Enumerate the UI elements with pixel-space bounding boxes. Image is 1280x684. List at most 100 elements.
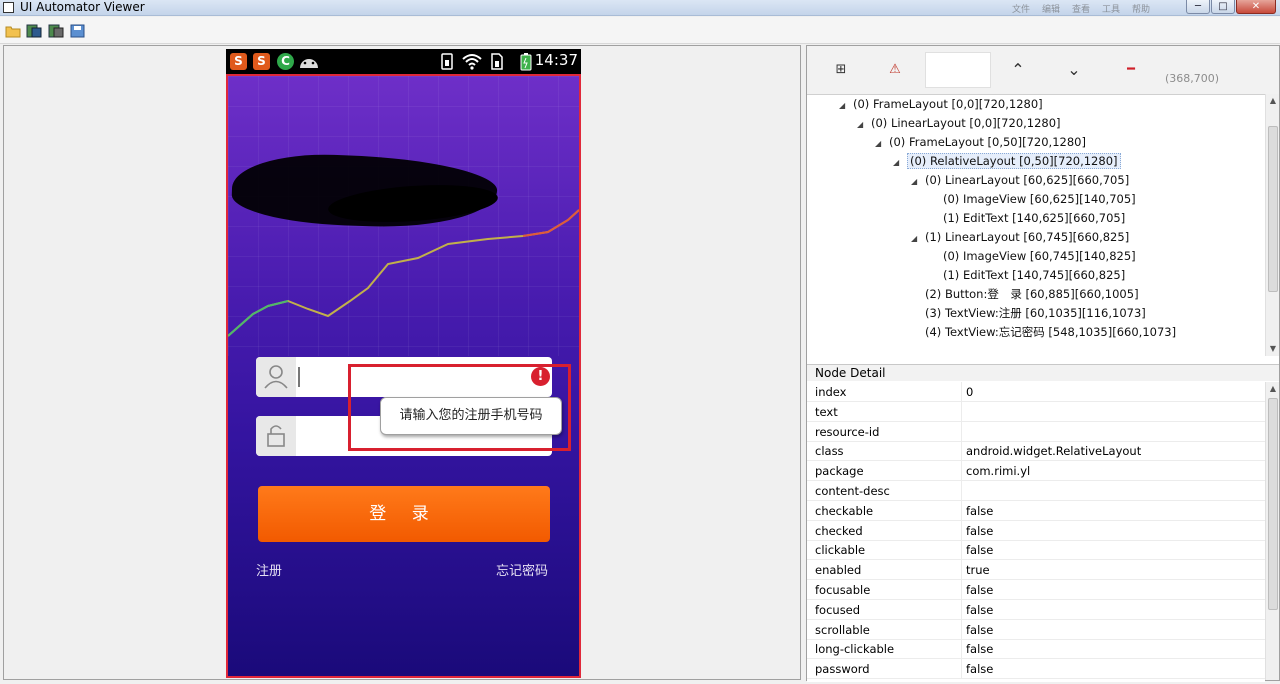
tree-toggle-icon[interactable]: ◢	[911, 229, 925, 248]
column-divider	[961, 481, 962, 501]
tree-node[interactable]: ◢ (0) FrameLayout [0,0][720,1280]	[839, 95, 1043, 114]
previous-node-icon[interactable]: ⌃	[1008, 60, 1028, 80]
close-button[interactable]: ✕	[1236, 0, 1276, 14]
hierarchy-pane: ⊞ ⚠ ⌃ ⌄ ━ (368,700) ◢ (0) FrameLayout [0,…	[806, 45, 1280, 682]
tree-node[interactable]: (3) TextView:注册 [60,1035][116,1073]	[911, 304, 1146, 323]
notification-icon: C	[277, 53, 294, 70]
scroll-up-arrow[interactable]: ▲	[1266, 94, 1280, 108]
device-screenshot-icon[interactable]	[26, 24, 42, 38]
tree-node-label: (0) FrameLayout [0,0][720,1280]	[853, 97, 1043, 111]
register-link[interactable]: 注册	[256, 560, 282, 579]
battery-icon	[520, 52, 532, 74]
tree-node-label: (0) RelativeLayout [0,50][720,1280]	[907, 153, 1121, 169]
login-button[interactable]: 登 录	[258, 486, 550, 542]
error-tooltip: 请输入您的注册手机号码	[380, 397, 562, 435]
tree-toggle-icon[interactable]: ◢	[839, 96, 853, 115]
detail-key: checked	[815, 523, 863, 538]
column-divider	[961, 540, 962, 561]
detail-value: false	[966, 602, 994, 617]
scroll-up-arrow[interactable]: ▲	[1266, 382, 1280, 396]
tree-node[interactable]: (4) TextView:忘记密码 [548,1035][660,1073]	[911, 323, 1176, 342]
tree-toggle-icon[interactable]: ◢	[893, 153, 907, 172]
sd-card-icon	[490, 53, 504, 73]
expand-all-icon[interactable]: ⊞	[831, 60, 851, 80]
app-icon	[3, 2, 14, 13]
tree-node[interactable]: (2) Button:登 录 [60,885][660,1005]	[911, 285, 1139, 304]
detail-row: focusable false	[807, 580, 1265, 600]
tree-scrollbar[interactable]: ▲ ▼	[1265, 94, 1279, 356]
detail-key: text	[815, 404, 838, 419]
column-divider	[961, 619, 962, 640]
detail-key: resource-id	[815, 424, 880, 439]
detail-row: password false	[807, 659, 1265, 680]
detail-value: android.widget.RelativeLayout	[966, 444, 1142, 459]
minimize-button[interactable]: ─	[1186, 0, 1210, 14]
tree-node-label: (0) ImageView [60,745][140,825]	[943, 249, 1136, 263]
device-screenshot-compressed-icon[interactable]	[48, 24, 64, 38]
detail-row: clickable false	[807, 540, 1265, 561]
sim-icon	[440, 53, 454, 73]
tree-node[interactable]: (1) EditText [140,745][660,825]	[929, 266, 1125, 285]
tree-node[interactable]: ◢ (0) LinearLayout [0,0][720,1280]	[857, 114, 1061, 133]
tree-node[interactable]: (0) ImageView [60,625][140,705]	[929, 190, 1136, 209]
detail-row: content-desc	[807, 481, 1265, 501]
scroll-down-arrow[interactable]: ▼	[1266, 342, 1280, 356]
faded-menu-item: 查看	[1072, 5, 1091, 15]
scroll-thumb[interactable]	[1268, 126, 1278, 292]
detail-key: password	[815, 662, 870, 677]
column-divider	[961, 520, 962, 541]
open-folder-icon[interactable]	[5, 24, 21, 38]
column-divider	[961, 580, 962, 600]
tree-node-label: (1) EditText [140,745][660,825]	[943, 268, 1126, 282]
tree-node[interactable]: ◢ (0) LinearLayout [60,625][660,705]	[911, 171, 1129, 190]
detail-value: 0	[966, 385, 974, 399]
detail-row: class android.widget.RelativeLayout	[807, 441, 1265, 462]
detail-row: package com.rimi.yl	[807, 461, 1265, 482]
detail-value: false	[966, 583, 994, 597]
column-divider	[961, 401, 962, 422]
status-bar: S S C 14:37	[226, 49, 581, 74]
tree-node-label: (1) EditText [140,625][660,705]	[943, 211, 1126, 225]
wifi-icon	[462, 53, 482, 73]
window-title: UI Automator Viewer	[20, 0, 145, 14]
column-divider	[961, 441, 962, 462]
maximize-button[interactable]: □	[1211, 0, 1235, 14]
detail-row: resource-id	[807, 421, 1265, 442]
tree-node[interactable]: (1) EditText [140,625][660,705]	[929, 209, 1125, 228]
tree-toggle-icon[interactable]: ◢	[911, 172, 925, 191]
scroll-thumb[interactable]	[1268, 398, 1278, 610]
tree-node-label: (0) LinearLayout [0,0][720,1280]	[871, 116, 1061, 130]
next-node-icon[interactable]: ⌄	[1064, 60, 1084, 80]
collapse-icon[interactable]: ━	[1121, 60, 1141, 80]
detail-row: checkable false	[807, 500, 1265, 521]
detail-key: focused	[815, 602, 861, 617]
column-divider	[961, 461, 962, 482]
tree-toggle-icon[interactable]: ◢	[875, 134, 889, 153]
tree-node[interactable]: ◢ (1) LinearLayout [60,745][660,825]	[911, 228, 1129, 247]
detail-value: com.rimi.yl	[966, 464, 1031, 479]
forgot-password-link[interactable]: 忘记密码	[496, 560, 548, 579]
detail-value: false	[966, 543, 994, 558]
detail-key: class	[815, 444, 844, 459]
tree-node[interactable]: ◢ (0) FrameLayout [0,50][720,1280]	[875, 133, 1086, 152]
title-bar: UI Automator Viewer 文件 编辑 查看 工具 帮助 ─ □ ✕	[0, 0, 1280, 16]
background-trend-line	[228, 209, 579, 337]
detail-row: scrollable false	[807, 619, 1265, 640]
notification-icon: S	[230, 53, 247, 70]
tree-node-label: (3) TextView:注册 [60,1035][116,1073]	[925, 306, 1146, 320]
tree-node[interactable]: ◢ (0) RelativeLayout [0,50][720,1280]	[893, 152, 1121, 171]
tree-node-label: (2) Button:登 录 [60,885][660,1005]	[925, 287, 1139, 301]
save-icon[interactable]	[70, 24, 86, 38]
hierarchy-tree[interactable]: ◢ (0) FrameLayout [0,0][720,1280] ◢ (0) Lin…	[807, 94, 1265, 356]
tree-toggle-icon[interactable]: ◢	[857, 115, 871, 134]
main-toolbar	[0, 17, 1280, 44]
search-input[interactable]	[925, 52, 991, 88]
tree-node-label: (0) ImageView [60,625][140,705]	[943, 192, 1136, 206]
column-divider	[961, 659, 962, 680]
column-divider	[961, 560, 962, 581]
detail-scrollbar[interactable]: ▲	[1265, 382, 1279, 680]
column-divider	[961, 421, 962, 442]
detail-key: focusable	[815, 583, 871, 597]
warning-icon[interactable]: ⚠	[885, 60, 905, 80]
tree-node[interactable]: (0) ImageView [60,745][140,825]	[929, 247, 1136, 266]
